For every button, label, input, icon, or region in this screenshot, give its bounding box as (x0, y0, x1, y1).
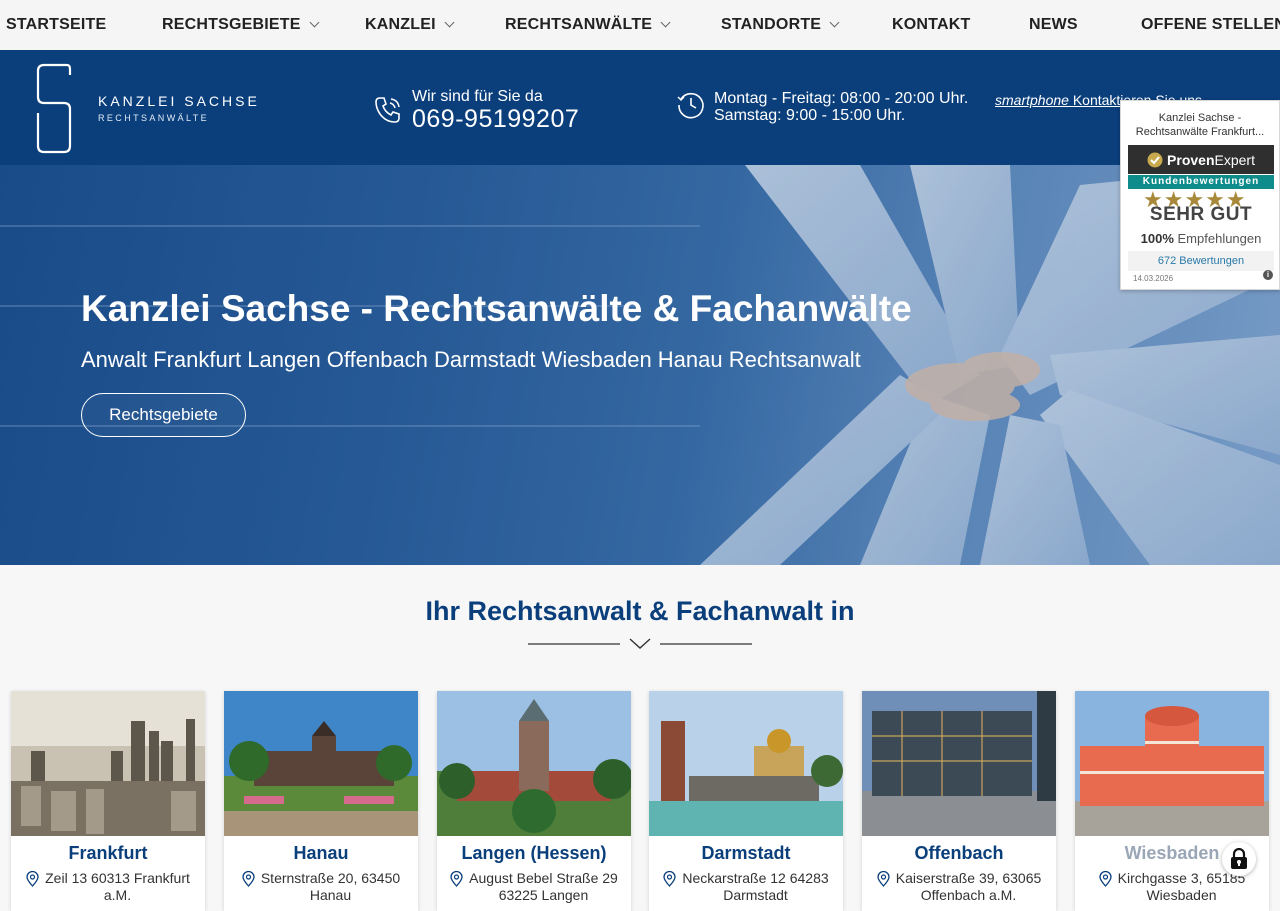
reviews-count-link[interactable]: 672 Bewertungen (1128, 251, 1274, 271)
provenexpert-widget[interactable]: Kanzlei Sachse - Rechtsanwälte Frankfurt… (1120, 100, 1280, 290)
hero-title: Kanzlei Sachse - Rechtsanwälte & Fachanw… (81, 288, 912, 329)
map-pin-icon (877, 871, 890, 887)
darmstadt-image (649, 691, 843, 836)
location-card-hanau[interactable]: Hanau Sternstraße 20, 63450 Hanau (224, 691, 418, 911)
frankfurt-image (11, 691, 205, 836)
logo-subtitle: RECHTSANWÄLTE (98, 113, 210, 123)
location-card-offenbach[interactable]: Offenbach Kaiserstraße 39, 63065 Offenbac… (862, 691, 1056, 911)
hours-saturday: Samstag: 9:00 - 15:00 Uhr. (714, 107, 906, 124)
nav-item-rechtsanwaelte[interactable]: RECHTSANWÄLTE (505, 16, 671, 34)
checkmark-badge-icon (1147, 152, 1163, 167)
card-city: Frankfurt (68, 843, 148, 863)
phone-number-link[interactable]: 069-95199207 (412, 105, 579, 133)
phone-block: Wir sind für Sie da 069-95199207 (372, 88, 579, 132)
nav-item-news[interactable]: NEWS (1029, 16, 1078, 34)
privacy-settings-button[interactable] (1222, 842, 1256, 876)
recommendation-text: 100% Empfehlungen (1140, 231, 1262, 246)
map-pin-icon (663, 871, 676, 887)
rating-text: SEHR GUT (1149, 204, 1253, 225)
card-address: August Bebel Straße 29 63225 Langen (437, 870, 631, 904)
hanau-image (224, 691, 418, 836)
nav-item-startseite[interactable]: STARTSEITE (6, 16, 106, 34)
provenexpert-logo: ProvenExpert (1128, 145, 1274, 174)
nav-item-standorte[interactable]: STANDORTE (721, 16, 840, 34)
lock-icon (1231, 848, 1247, 869)
top-navigation: STARTSEITE RECHTSGEBIETE KANZLEI RECHTSA… (0, 0, 1280, 50)
smartphone-icon: smartphone (995, 92, 1069, 108)
rating-date: 14.03.2026 (1133, 274, 1174, 283)
widget-title: Kanzlei Sachse - Rechtsanwälte Frankfurt… (1135, 112, 1265, 138)
locations-section-title: Ihr Rechtsanwalt & Fachanwalt in (425, 596, 855, 626)
card-city: Darmstadt (701, 843, 791, 863)
card-address: Sternstraße 20, 63450 Hanau (224, 870, 418, 904)
nav-item-kontakt[interactable]: KONTAKT (892, 16, 970, 34)
langen-image (437, 691, 631, 836)
map-pin-icon (242, 871, 255, 887)
opening-hours: Montag - Freitag: 08:00 - 20:00 Uhr. Sam… (676, 90, 968, 124)
location-card-langen[interactable]: Langen (Hessen) August Bebel Straße 29 63… (437, 691, 631, 911)
hero-subtitle: Anwalt Frankfurt Langen Offenbach Darmst… (81, 347, 861, 372)
card-address: Zeil 13 60313 Frankfurt a.M. (11, 870, 205, 904)
chevron-down-icon (444, 17, 455, 28)
logo-text: KANZLEI SACHSE RECHTSANWÄLTE (98, 93, 260, 123)
hours-weekdays: Montag - Freitag: 08:00 - 20:00 Uhr. (714, 90, 969, 107)
card-city: Langen (Hessen) (461, 843, 607, 863)
phone-label: Wir sind für Sie da (412, 88, 543, 105)
location-card-frankfurt[interactable]: Frankfurt Zeil 13 60313 Frankfurt a.M. (11, 691, 205, 911)
info-icon[interactable]: i (1263, 270, 1273, 280)
map-pin-icon (26, 871, 39, 887)
wiesbaden-image (1075, 691, 1269, 836)
chevron-down-icon (660, 17, 671, 28)
chevron-down-icon (309, 17, 320, 28)
chevron-down-icon (629, 638, 651, 649)
card-address: Kaiserstraße 39, 63065 Offenbach a.M. (862, 870, 1056, 904)
chevron-down-icon (829, 17, 840, 28)
location-card-wiesbaden[interactable]: Wiesbaden Kirchgasse 3, 65185 Wiesbaden (1075, 691, 1269, 911)
map-pin-icon (1099, 871, 1112, 887)
hero-banner: Kanzlei Sachse - Rechtsanwälte & Fachanw… (0, 165, 1280, 565)
logo-link[interactable] (36, 61, 72, 161)
site-header: KANZLEI SACHSE RECHTSANWÄLTE Wir sind fü… (0, 50, 1280, 165)
phone-icon (375, 97, 400, 123)
rechtsgebiete-button[interactable]: Rechtsgebiete (81, 393, 246, 437)
card-city: Offenbach (914, 843, 1004, 863)
nav-item-rechtsgebiete[interactable]: RECHTSGEBIETE (162, 16, 320, 34)
location-card-darmstadt[interactable]: Darmstadt Neckarstraße 12 64283 Darmstadt (649, 691, 843, 911)
logo-name: KANZLEI SACHSE (98, 93, 260, 109)
logo-icon (36, 63, 72, 154)
map-pin-icon (450, 871, 463, 887)
offenbach-image (862, 691, 1056, 836)
section-divider (528, 638, 752, 649)
nav-item-offene-stellen[interactable]: OFFENE STELLEN (1141, 16, 1280, 34)
card-city: Hanau (293, 843, 349, 863)
nav-item-kanzlei[interactable]: KANZLEI (365, 16, 455, 34)
clock-icon (677, 92, 704, 119)
card-address: Neckarstraße 12 64283 Darmstadt (649, 870, 843, 904)
